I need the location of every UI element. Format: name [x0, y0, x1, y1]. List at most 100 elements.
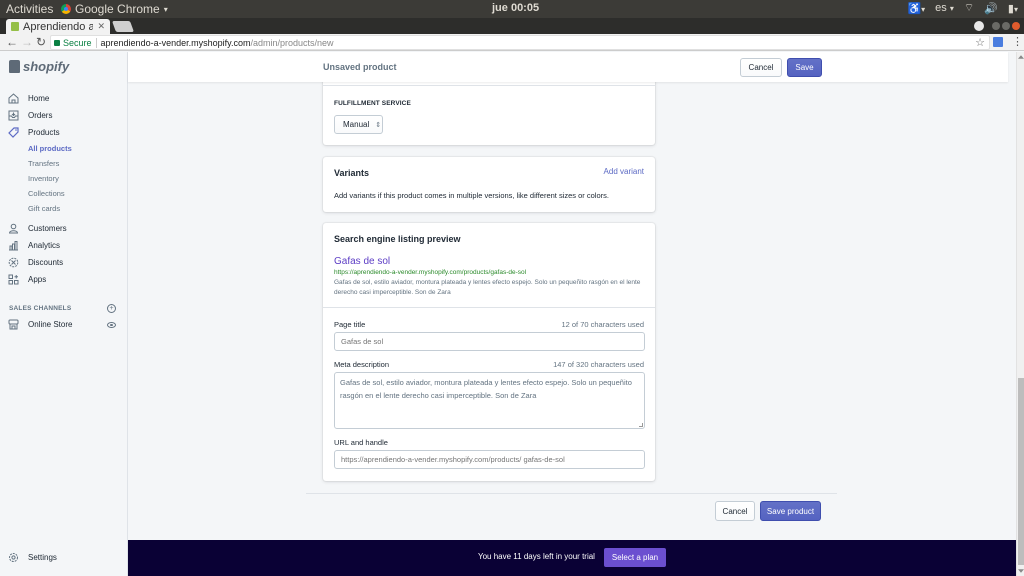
os-top-bar: Activities Google Chrome ▾ jue 00:05 ♿▾ …	[0, 0, 1024, 18]
variants-heading: Variants	[334, 168, 370, 178]
shipping-card: FULFILLMENT SERVICE Manual ⇕	[323, 72, 655, 145]
sidebar-subitem-transfers[interactable]: Transfers	[28, 159, 59, 168]
url-host: aprendiendo-a-vender.myshopify.com	[100, 37, 251, 48]
reload-icon[interactable]: ↻	[36, 35, 46, 49]
page-title-char-count: 12 of 70 characters used	[561, 320, 644, 329]
browser-tab[interactable]: Aprendiendo a ✕	[6, 19, 110, 34]
meta-description-char-count: 147 of 320 characters used	[553, 360, 644, 369]
apps-icon	[8, 274, 19, 285]
back-arrow-icon[interactable]: ←	[6, 35, 18, 49]
store-icon	[8, 319, 19, 330]
sidebar: shopify Home Orders Products All product…	[0, 52, 128, 576]
page-title: Unsaved product	[323, 62, 397, 72]
seo-preview-url: https://aprendiendo-a-vender.myshopify.c…	[334, 269, 527, 276]
system-tray: ♿▾ es ▾ ⌔ 🔊 ▮▾	[907, 1, 1018, 15]
scroll-down-arrow-icon[interactable]	[1018, 569, 1024, 573]
app-menu[interactable]: Google Chrome ▾	[61, 2, 168, 16]
chrome-icon	[61, 4, 71, 14]
tag-icon	[8, 127, 19, 138]
cancel-button[interactable]: Cancel	[740, 58, 782, 77]
translate-extension-icon[interactable]	[993, 37, 1003, 47]
person-icon	[8, 223, 19, 234]
url-input[interactable]: Secure aprendiendo-a-vender.myshopify.co…	[50, 35, 990, 50]
window-controls	[974, 21, 1020, 31]
page-title-label: Page title	[334, 320, 366, 329]
app-name: Google Chrome	[75, 2, 160, 16]
battery-icon[interactable]: ▮▾	[1008, 2, 1018, 15]
seo-heading: Search engine listing preview	[334, 234, 461, 244]
url-path: /admin/products/new	[250, 37, 334, 48]
bookmark-star-icon[interactable]: ☆	[975, 36, 985, 49]
sidebar-subitem-inventory[interactable]: Inventory	[28, 174, 59, 183]
main-content: Unsaved product Cancel Save FULFILLMENT …	[128, 52, 1008, 540]
sidebar-subitem-collections[interactable]: Collections	[28, 189, 65, 198]
page-scrollbar[interactable]	[1016, 52, 1024, 576]
save-product-button[interactable]: Save product	[760, 501, 821, 521]
sidebar-item-home[interactable]: Home	[0, 90, 128, 107]
sidebar-subitem-gift-cards[interactable]: Gift cards	[28, 204, 60, 213]
activities-button[interactable]: Activities	[6, 2, 53, 16]
scrollbar-thumb[interactable]	[1018, 378, 1024, 565]
scroll-up-arrow-icon[interactable]	[1018, 55, 1024, 59]
wifi-icon[interactable]: ⌔	[964, 1, 974, 15]
view-store-eye-icon[interactable]	[107, 322, 116, 328]
sidebar-item-apps[interactable]: Apps	[0, 271, 128, 288]
fulfillment-service-select[interactable]: Manual ⇕	[334, 115, 383, 134]
sidebar-item-discounts[interactable]: Discounts	[0, 254, 128, 271]
close-tab-icon[interactable]: ✕	[97, 21, 105, 32]
gear-icon	[8, 552, 19, 563]
footer-divider	[306, 493, 837, 494]
sidebar-item-customers[interactable]: Customers	[0, 220, 128, 237]
profile-icon[interactable]	[974, 21, 984, 31]
trial-banner: You have 11 days left in your trial Sele…	[128, 540, 1016, 576]
sidebar-subitem-all-products[interactable]: All products	[28, 144, 72, 153]
minimize-button[interactable]	[992, 22, 1000, 30]
meta-description-label: Meta description	[334, 360, 390, 369]
chrome-menu-icon[interactable]: ⋮	[1012, 35, 1023, 48]
close-window-button[interactable]	[1012, 22, 1020, 30]
page-title-input[interactable]	[334, 332, 645, 351]
url-handle-input[interactable]	[334, 450, 645, 469]
shopify-logo[interactable]: shopify	[9, 59, 69, 74]
add-sales-channel-icon[interactable]: +	[107, 304, 116, 313]
clock[interactable]: jue 00:05	[492, 2, 539, 14]
divider	[323, 307, 655, 308]
caret-down-icon: ▾	[163, 4, 168, 14]
secure-label: Secure	[63, 37, 92, 48]
address-bar: ← → ↻ Secure aprendiendo-a-vender.myshop…	[0, 34, 1024, 51]
resize-handle-icon[interactable]	[639, 423, 643, 427]
select-plan-button[interactable]: Select a plan	[604, 548, 666, 567]
shopify-favicon-icon	[11, 22, 19, 31]
volume-icon[interactable]: 🔊	[984, 2, 998, 15]
fulfillment-service-label: FULFILLMENT SERVICE	[334, 100, 411, 107]
tab-title: Aprendiendo a	[23, 20, 94, 33]
accessibility-icon[interactable]: ♿▾	[907, 2, 925, 15]
sidebar-item-analytics[interactable]: Analytics	[0, 237, 128, 254]
meta-description-textarea[interactable]: Gafas de sol, estilo aviador, montura pl…	[334, 372, 645, 429]
seo-preview-title: Gafas de sol	[334, 256, 391, 267]
divider	[95, 37, 97, 48]
url-handle-label: URL and handle	[334, 438, 388, 447]
add-variant-link[interactable]: Add variant	[604, 167, 644, 176]
seo-card: Search engine listing preview Gafas de s…	[323, 223, 655, 481]
language-indicator[interactable]: es ▾	[935, 2, 954, 14]
lock-icon	[54, 39, 60, 46]
variants-card: Variants Add variant Add variants if thi…	[323, 157, 655, 212]
browser-tab-strip: Aprendiendo a ✕	[0, 18, 1024, 34]
maximize-button[interactable]	[1002, 22, 1010, 30]
sales-channels-heading: SALES CHANNELS	[9, 305, 72, 312]
discount-icon	[8, 257, 19, 268]
seo-preview-description: Gafas de sol, estilo aviador, montura pl…	[334, 279, 641, 296]
home-icon	[8, 93, 19, 104]
new-tab-button[interactable]	[111, 21, 135, 32]
footer-cancel-button[interactable]: Cancel	[715, 501, 755, 521]
select-arrows-icon: ⇕	[375, 121, 382, 129]
sidebar-item-products[interactable]: Products	[0, 124, 128, 141]
bar-chart-icon	[8, 240, 19, 251]
forward-arrow-icon[interactable]: →	[21, 35, 33, 49]
trial-message: You have 11 days left in your trial	[478, 552, 595, 561]
orders-icon	[8, 110, 19, 121]
sidebar-item-settings[interactable]: Settings	[0, 549, 128, 566]
save-button[interactable]: Save	[787, 58, 822, 77]
sidebar-item-orders[interactable]: Orders	[0, 107, 128, 124]
